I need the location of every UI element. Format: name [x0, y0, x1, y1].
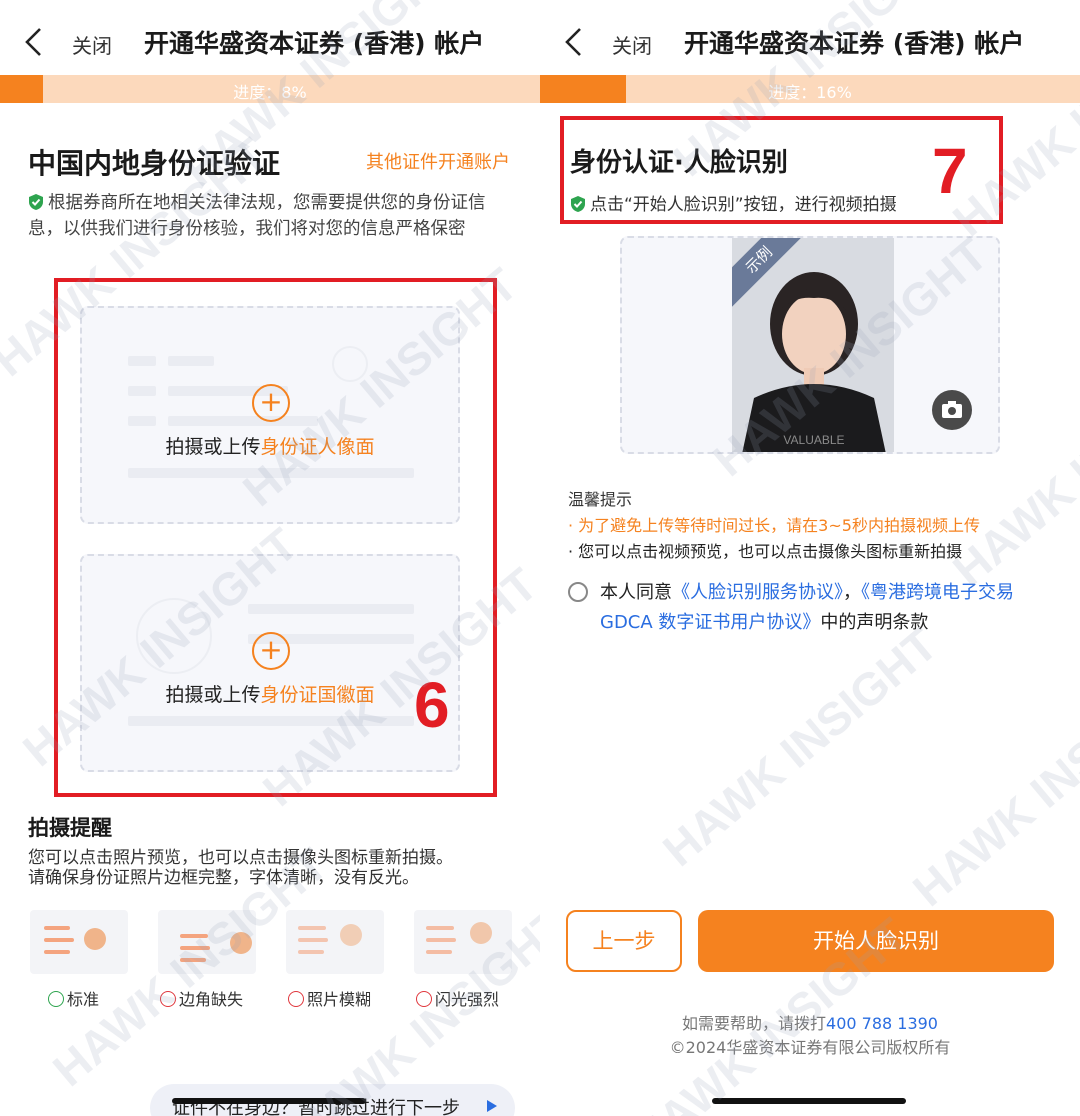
face-preview-card[interactable]: VALUABLE 示例 — [620, 236, 1000, 454]
sample-label-corner: 边角缺失 — [160, 986, 243, 1010]
agreement-text: 本人同意《人脸识别服务协议》，《粤港跨境电子交易GDCA 数字证书用户协议》中的… — [600, 582, 1014, 633]
nav-bar: 关闭 开通华盛资本证券 (香港) 帐户 — [540, 0, 1080, 78]
face-service-agreement-link[interactable]: 《人脸识别服务协议》 — [672, 582, 843, 603]
copyright: ©2024华盛资本证券有限公司版权所有 — [669, 1038, 951, 1057]
help-phone-link[interactable]: 400 788 1390 — [826, 1014, 938, 1033]
sample-label-standard: 标准 — [48, 986, 99, 1010]
progress-bar: 进度：8% — [0, 75, 540, 103]
page-title: 开通华盛资本证券 (香港) 帐户 — [144, 29, 485, 58]
notice-line-1: · 为了避免上传等待时间过长，请在3~5秒内拍摄视频上传 — [568, 516, 980, 535]
previous-step-button[interactable]: 上一步 — [566, 910, 682, 972]
camera-icon[interactable] — [932, 390, 972, 430]
sample-flash-glare-image — [414, 910, 512, 974]
tips-line: 请确保身份证照片边框完整，字体清晰，没有反光。 — [28, 868, 419, 888]
start-face-recognition-button[interactable]: 开始人脸识别 — [698, 910, 1054, 972]
nav-bar: 关闭 开通华盛资本证券 (香港) 帐户 — [0, 0, 540, 78]
x-circle-icon — [416, 991, 432, 1007]
page-title: 开通华盛资本证券 (香港) 帐户 — [684, 29, 1025, 58]
check-circle-icon — [48, 991, 64, 1007]
description-text: 根据券商所在地相关法律法规，您需要提供您的身份证信息，以供我们进行身份核验，我们… — [28, 193, 486, 239]
sample-corner-missing-image — [158, 910, 256, 974]
notice-line-2: · 您可以点击视频预览，也可以点击摄像头图标重新拍摄 — [568, 542, 963, 561]
back-arrow-icon[interactable] — [20, 26, 48, 58]
progress-label: 进度：8% — [233, 83, 307, 102]
progress-bar: 进度：16% — [540, 75, 1080, 103]
close-button[interactable]: 关闭 — [72, 30, 112, 59]
tips-text: 您可以点击照片预览，也可以点击摄像头图标重新拍摄。 请确保身份证照片边框完整，字… — [28, 848, 528, 888]
agree-radio[interactable] — [568, 582, 588, 602]
annotation-number: 7 — [932, 135, 968, 207]
annotation-number: 6 — [414, 669, 450, 741]
home-indicator — [172, 1098, 366, 1104]
notice-title: 温馨提示 — [568, 490, 633, 509]
tips-line: 您可以点击照片预览，也可以点击摄像头图标重新拍摄。 — [28, 848, 453, 868]
other-id-link[interactable]: 其他证件开通账户 — [366, 148, 510, 174]
watermark: HAWK INSIGHT — [653, 617, 947, 877]
sample-label-blur: 照片模糊 — [288, 986, 371, 1010]
play-arrow-icon — [487, 1100, 497, 1112]
x-circle-icon — [160, 991, 176, 1007]
description: 根据券商所在地相关法律法规，您需要提供您的身份证信息，以供我们进行身份核验，我们… — [28, 190, 513, 242]
sample-blurry-image — [286, 910, 384, 974]
tips-title: 拍摄提醒 — [28, 816, 112, 840]
home-indicator — [712, 1098, 906, 1104]
close-button[interactable]: 关闭 — [612, 30, 652, 59]
sample-label-flash: 闪光强烈 — [416, 986, 499, 1010]
back-arrow-icon[interactable] — [560, 26, 588, 58]
shirt-text: VALUABLE — [783, 433, 844, 447]
sample-standard-image — [30, 910, 128, 974]
shield-check-icon — [29, 194, 43, 210]
sample-face-photo[interactable]: VALUABLE 示例 — [732, 238, 894, 452]
right-screen: 关闭 开通华盛资本证券 (香港) 帐户 进度：16% 身份认证·人脸识别 点击“… — [540, 0, 1080, 1116]
left-screen: 关闭 开通华盛资本证券 (香港) 帐户 进度：8% 中国内地身份证验证 其他证件… — [0, 0, 540, 1116]
section-heading: 中国内地身份证验证 — [28, 147, 281, 180]
x-circle-icon — [288, 991, 304, 1007]
watermark: HAWK INSIGHT — [903, 657, 1080, 917]
help-text: 如需要帮助，请拨打400 788 1390 — [682, 1014, 938, 1033]
progress-label: 进度：16% — [768, 83, 852, 102]
